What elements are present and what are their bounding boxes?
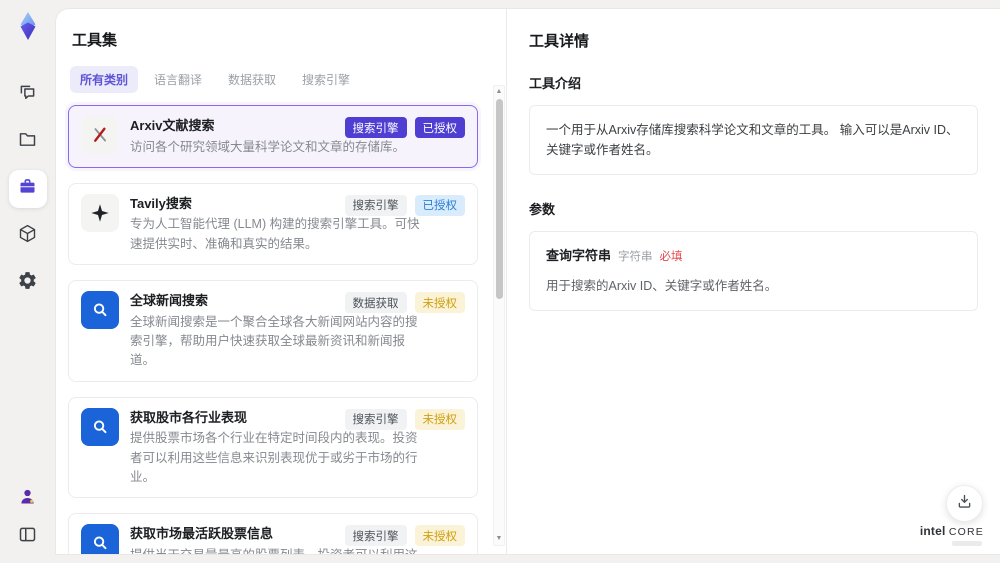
- tool-tags: 搜索引擎 未授权: [344, 408, 465, 430]
- gear-icon: [17, 270, 38, 296]
- detail-title: 工具详情: [529, 33, 590, 50]
- blue-search-icon: [81, 524, 119, 554]
- collapse-sidebar-button[interactable]: [12, 521, 44, 553]
- scrollbar-thumb[interactable]: [495, 99, 503, 299]
- scroll-down-arrow[interactable]: ▼: [494, 534, 504, 544]
- briefcase-icon: [17, 176, 38, 202]
- tab-category-1[interactable]: 语言翻译: [144, 66, 212, 93]
- tool-card[interactable]: Arxiv文献搜索 访问各个研究领域大量科学论文和文章的存储库。 搜索引擎 已授权: [68, 105, 478, 168]
- main-surface: 工具集 所有类别 语言翻译 数据获取 搜索引擎 Arxiv文献搜索 访问各个研究领域大量…: [55, 8, 1000, 555]
- panel-toggle-icon: [17, 524, 38, 550]
- sidebar-item-plugins[interactable]: [9, 217, 47, 255]
- tool-description: 全球新闻搜索是一个聚合全球各大新闻网站内容的搜索引擎，帮助用户快速获取全球最新资…: [130, 314, 418, 368]
- tool-list: Arxiv文献搜索 访问各个研究领域大量科学论文和文章的存储库。 搜索引擎 已授权 Ta…: [68, 105, 478, 555]
- tab-category-3[interactable]: 搜索引擎: [292, 66, 360, 93]
- download-button[interactable]: [946, 485, 983, 522]
- param-description: 用于搜索的Arxiv ID、关键字或作者姓名。: [546, 278, 778, 293]
- category-badge: 搜索引擎: [344, 525, 407, 547]
- intro-card: 一个用于从Arxiv存储库搜索科学论文和文章的工具。 输入可以是Arxiv ID…: [529, 105, 978, 175]
- app-logo-icon: [12, 10, 44, 42]
- param-name: 查询字符串: [546, 248, 612, 263]
- sidebar-item-settings[interactable]: [9, 264, 47, 302]
- user-avatar-button[interactable]: [12, 483, 44, 515]
- params-card: 查询字符串 字符串 必填用于搜索的Arxiv ID、关键字或作者姓名。: [529, 231, 978, 311]
- blue-search-icon: [81, 291, 119, 330]
- intro-text: 一个用于从Arxiv存储库搜索科学论文和文章的工具。 输入可以是Arxiv ID…: [546, 123, 959, 157]
- chat-icon: [17, 82, 38, 108]
- param-required-badge: 必填: [659, 251, 683, 263]
- intro-heading: 工具介绍: [529, 76, 582, 91]
- param-row: 查询字符串 字符串 必填用于搜索的Arxiv ID、关键字或作者姓名。: [546, 246, 961, 296]
- auth-status-badge: 已授权: [414, 194, 465, 216]
- brand-subtext-placeholder: [952, 541, 982, 546]
- auth-status-badge: 未授权: [414, 292, 465, 314]
- sidebar-bottom: [12, 483, 44, 563]
- category-badge: 搜索引擎: [344, 408, 407, 430]
- intel-core-logo: intel CORE: [920, 524, 984, 546]
- tool-card[interactable]: Tavily搜索 专为人工智能代理 (LLM) 构建的搜索引擎工具。可快速提供实时…: [68, 182, 478, 266]
- sidebar-item-chat[interactable]: [9, 76, 47, 114]
- auth-status-badge: 未授权: [414, 408, 465, 430]
- category-badge: 数据获取: [344, 292, 407, 314]
- folder-icon: [17, 129, 38, 155]
- tool-description: 专为人工智能代理 (LLM) 构建的搜索引擎工具。可快速提供实时、准确和真实的结…: [130, 217, 420, 251]
- app-sidebar: [0, 0, 55, 563]
- download-icon: [955, 492, 974, 516]
- tool-card[interactable]: 全球新闻搜索 全球新闻搜索是一个聚合全球各大新闻网站内容的搜索引擎，帮助用户快速获…: [68, 280, 478, 382]
- tool-card[interactable]: 获取市场最活跃股票信息提供当天交易量最高的股票列表，投资者可以利用这些信息来识别…: [68, 513, 478, 555]
- list-scrollbar[interactable]: ▲ ▼: [493, 85, 505, 546]
- tab-all-categories[interactable]: 所有类别: [70, 66, 139, 93]
- sidebar-nav: [8, 76, 47, 302]
- tool-description: 提供股票市场各个行业在特定时间段内的表现。投资者可以利用这些信息来识别表现优于或…: [130, 431, 418, 484]
- category-tabs: 所有类别 语言翻译 数据获取 搜索引擎: [70, 66, 478, 93]
- user-icon: [17, 486, 38, 512]
- tab-category-2[interactable]: 数据获取: [218, 66, 286, 93]
- tool-tags: 搜索引擎 已授权: [344, 117, 465, 138]
- category-badge: 搜索引擎: [344, 117, 407, 138]
- tool-list-panel: 工具集 所有类别 语言翻译 数据获取 搜索引擎 Arxiv文献搜索 访问各个研究领域大量…: [56, 9, 506, 554]
- tool-tags: 搜索引擎 已授权: [344, 194, 465, 216]
- sidebar-item-files[interactable]: [9, 123, 47, 161]
- params-heading: 参数: [529, 202, 556, 217]
- cube-icon: [17, 223, 38, 249]
- tool-detail-panel: 工具详情 工具介绍 一个用于从Arxiv存储库搜索科学论文和文章的工具。 输入可…: [506, 9, 1000, 554]
- category-badge: 搜索引擎: [344, 194, 407, 216]
- tool-tags: 数据获取 未授权: [344, 292, 465, 314]
- page-title: 工具集: [72, 32, 118, 49]
- param-list: 查询字符串 字符串 必填用于搜索的Arxiv ID、关键字或作者姓名。: [546, 246, 961, 296]
- auth-status-badge: 未授权: [414, 525, 465, 547]
- param-type: 字符串: [618, 251, 653, 263]
- brand-intel: intel: [919, 524, 946, 538]
- arxiv-icon: [81, 116, 119, 154]
- sidebar-item-tools[interactable]: [8, 170, 47, 208]
- tool-description: 提供当天交易量最高的股票列表，投资者可以利用这些信息来识别流动性强的股票和潜在的…: [130, 547, 418, 555]
- brand-core: CORE: [948, 526, 984, 538]
- scroll-up-arrow[interactable]: ▲: [494, 87, 504, 97]
- tavily-icon: [81, 193, 119, 232]
- tool-card[interactable]: 获取股市各行业表现 提供股票市场各个行业在特定时间段内的表现。投资者可以利用这些信…: [68, 396, 478, 499]
- tool-tags: 搜索引擎 未授权: [344, 525, 465, 547]
- auth-status-badge: 已授权: [414, 117, 465, 138]
- tool-description: 访问各个研究领域大量科学论文和文章的存储库。: [130, 139, 406, 154]
- blue-search-icon: [81, 407, 119, 446]
